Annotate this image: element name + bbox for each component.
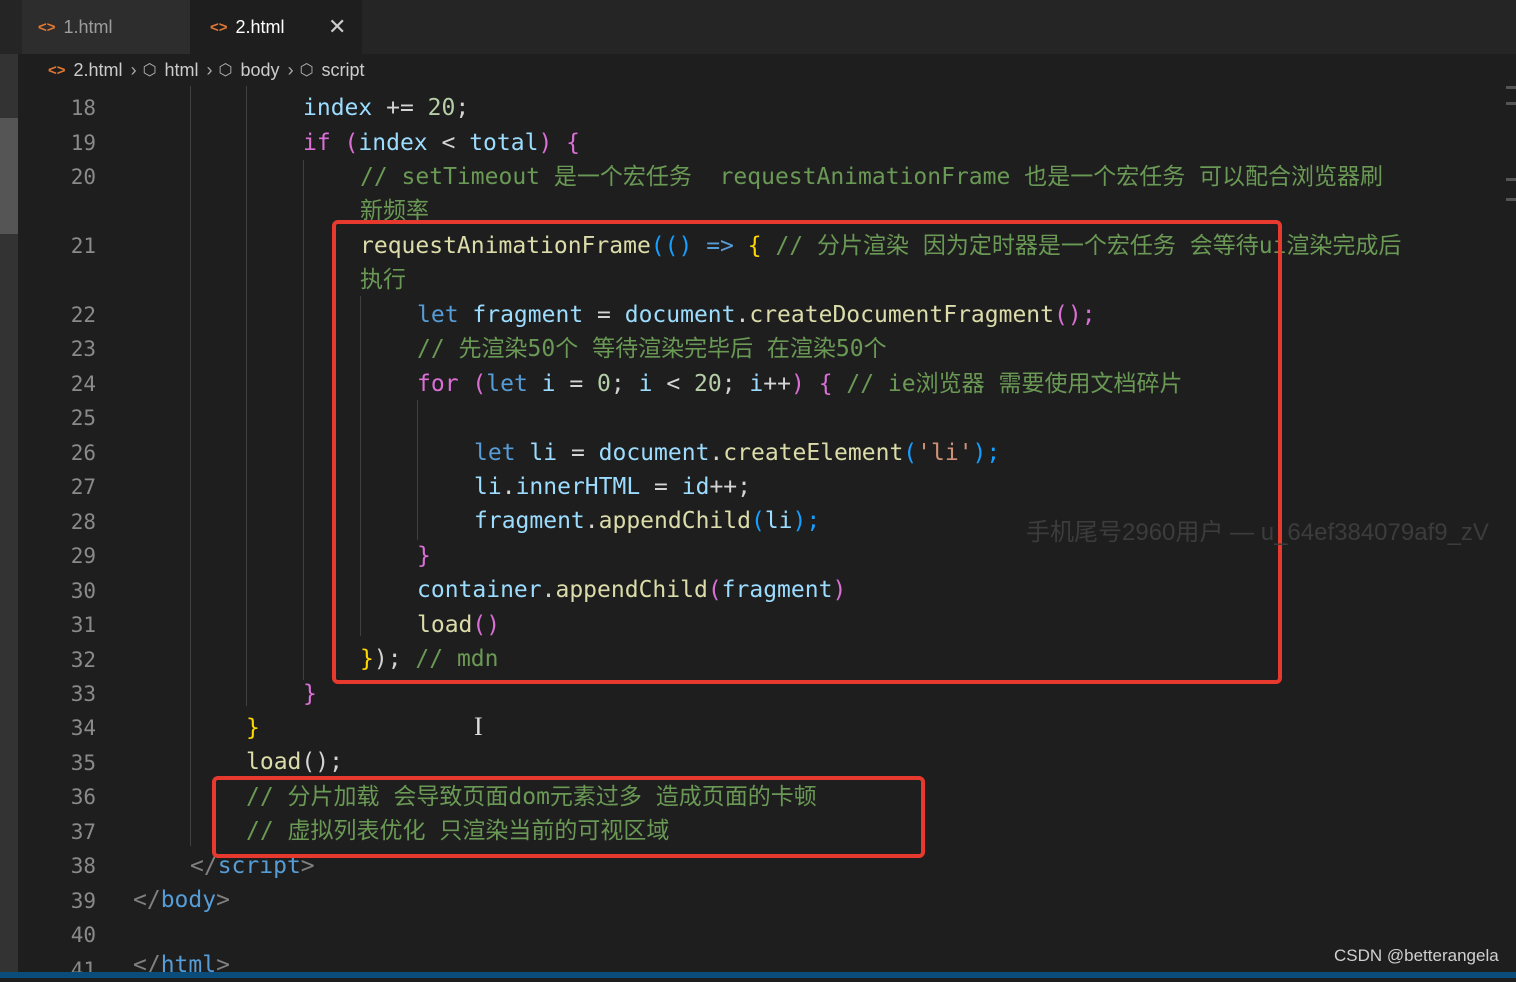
- code-file-icon: <>: [210, 18, 228, 36]
- code-line-20: // setTimeout 是一个宏任务 requestAnimationFra…: [360, 164, 1384, 190]
- indent-guide: [303, 160, 304, 680]
- tab-label: 2.html: [235, 16, 285, 37]
- line-number: 29: [70, 544, 96, 568]
- activity-bar: [0, 54, 18, 978]
- chevron-right-icon: ›: [206, 59, 213, 80]
- line-number: 31: [70, 613, 96, 637]
- line-number: 34: [70, 716, 96, 740]
- close-icon[interactable]: ✕: [328, 14, 346, 40]
- line-number: 37: [70, 820, 96, 844]
- chevron-right-icon: ›: [130, 59, 137, 80]
- code-line-34: }: [246, 715, 260, 741]
- indent-guide: [190, 86, 191, 846]
- line-number: 36: [70, 785, 96, 809]
- line-number: 21: [70, 234, 96, 258]
- line-number: 28: [70, 510, 96, 534]
- code-line-39: </body>: [133, 887, 230, 913]
- breadcrumb-item-body[interactable]: body: [241, 60, 280, 81]
- line-number: 40: [70, 923, 96, 947]
- code-line-18: index += 20;: [303, 95, 470, 121]
- breadcrumb-item-script[interactable]: script: [322, 60, 365, 81]
- credit-text: CSDN @betterangela: [1334, 946, 1499, 965]
- line-number: 19: [70, 131, 96, 155]
- status-bar: [0, 972, 1516, 978]
- line-number: 23: [70, 337, 96, 361]
- line-number: 20: [70, 165, 96, 189]
- line-number: 25: [70, 406, 96, 430]
- line-number: 32: [70, 648, 96, 672]
- line-number: 27: [70, 475, 96, 499]
- text-cursor-icon: I: [474, 712, 483, 741]
- code-line-33: }: [303, 681, 317, 707]
- tab-2-html[interactable]: <> 2.html ✕: [190, 0, 362, 54]
- line-number: 22: [70, 303, 96, 327]
- line-number: 33: [70, 682, 96, 706]
- line-number: 26: [70, 441, 96, 465]
- editor-tab-bar: <> 1.html <> 2.html ✕: [0, 0, 1516, 54]
- code-file-icon: <>: [38, 18, 56, 36]
- highlight-box-request-animation-frame: [332, 220, 1282, 684]
- breadcrumb-item-file[interactable]: 2.html: [74, 60, 123, 81]
- code-line-19: if (index < total) {: [303, 130, 581, 156]
- element-icon: ⬡: [299, 62, 314, 79]
- line-number: 41: [70, 958, 96, 982]
- line-number: 35: [70, 751, 96, 775]
- line-number: 39: [70, 889, 96, 913]
- watermark: 手机尾号2960用户 — u_64ef384079af9_zV: [1026, 519, 1489, 546]
- minimap[interactable]: [1506, 86, 1516, 972]
- activity-bar-highlight: [0, 118, 18, 234]
- chevron-right-icon: ›: [287, 59, 294, 80]
- element-icon: ⬡: [142, 62, 157, 79]
- indent-guide: [246, 86, 247, 706]
- element-icon: ⬡: [218, 62, 233, 79]
- tab-1-html[interactable]: <> 1.html: [22, 0, 190, 54]
- line-number: 24: [70, 372, 96, 396]
- breadcrumb: <> 2.html › ⬡ html › ⬡ body › ⬡ script: [0, 54, 1516, 86]
- code-line-35: load();: [246, 749, 343, 775]
- line-number: 18: [70, 96, 96, 120]
- line-number: 38: [70, 854, 96, 878]
- line-number-gutter: 18 19 20 21 22 23 24 25 26 27 28 29 30 3…: [18, 86, 130, 982]
- line-number: 30: [70, 579, 96, 603]
- code-file-icon: <>: [48, 61, 66, 79]
- breadcrumb-item-html[interactable]: html: [165, 60, 199, 81]
- highlight-box-comments: [212, 776, 925, 858]
- tab-label: 1.html: [63, 16, 113, 37]
